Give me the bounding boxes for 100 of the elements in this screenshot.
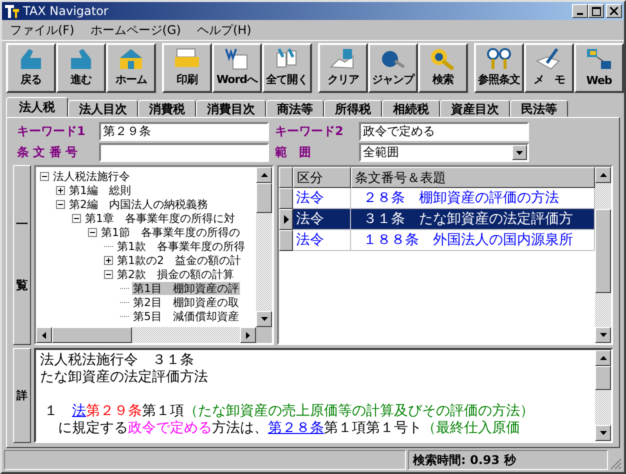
- field-label: キーワード2: [275, 123, 344, 140]
- magnifier-pair-icon: [485, 47, 513, 71]
- tab[interactable]: 法人目次: [68, 100, 138, 117]
- input-field[interactable]: [99, 143, 269, 162]
- scroll-up-icon: [600, 173, 606, 177]
- window-title: TAX Navigator: [23, 4, 110, 18]
- tree-item[interactable]: 第1編 総則: [68, 184, 132, 196]
- tree-item[interactable]: 第2編 内国法人の納税義務: [68, 198, 209, 210]
- close-icon: [610, 7, 618, 15]
- toolbar-button[interactable]: クリア: [318, 43, 368, 93]
- toolbar-button[interactable]: ホーム: [106, 43, 156, 93]
- scroll-thumb[interactable]: [595, 366, 611, 390]
- minimize-button[interactable]: [572, 4, 588, 18]
- toolbar-button[interactable]: メ モ: [524, 43, 574, 93]
- scroll-thumb[interactable]: [256, 183, 272, 213]
- tab[interactable]: 相続税: [382, 100, 440, 117]
- pen-icon: [535, 47, 563, 71]
- scroll-arrow-button[interactable]: [36, 327, 52, 343]
- tree-item[interactable]: 第1款 各事業年度の所得: [116, 240, 246, 252]
- toolbar-button[interactable]: 検索: [418, 43, 468, 93]
- scroll-arrow-button[interactable]: [595, 350, 611, 366]
- scope-dropdown[interactable]: 全範囲: [359, 143, 529, 162]
- collapse-toggle[interactable]: [104, 270, 113, 278]
- result-row[interactable]: 法令 １８８条 外国法人の国内源泉所: [279, 230, 595, 251]
- tab[interactable]: 所得税: [324, 100, 382, 117]
- scroll-thumb[interactable]: [52, 327, 132, 343]
- menu-item[interactable]: ファイル(F): [10, 22, 74, 38]
- scrollbar[interactable]: [595, 350, 611, 441]
- tree-item[interactable]: 第1目 棚卸資産の評: [132, 282, 240, 294]
- expand-toggle[interactable]: [104, 256, 113, 264]
- maximize-button[interactable]: [588, 4, 604, 18]
- scroll-arrow-button[interactable]: [595, 425, 611, 441]
- tab[interactable]: 消費目次: [196, 100, 266, 117]
- scrollbar[interactable]: [36, 327, 272, 343]
- menu-item[interactable]: ヘルプ(H): [196, 22, 252, 38]
- tree-item[interactable]: 第2款 損金の額の計算: [116, 268, 235, 280]
- scroll-arrow-button[interactable]: [256, 167, 272, 183]
- toolbar-button[interactable]: ジャンプ: [368, 43, 418, 93]
- tree-item[interactable]: 第1款の2 益金の額の計: [116, 254, 242, 266]
- detail-text: 第１項: [142, 403, 184, 419]
- minus-icon: [58, 202, 63, 206]
- field-label: 条 文 番 号: [17, 144, 79, 161]
- tree-item[interactable]: 第2目 棚卸資産の取: [132, 296, 240, 308]
- field-label: 範 囲: [275, 144, 312, 161]
- tab[interactable]: 資産目次: [440, 100, 510, 117]
- toolbar-button[interactable]: 戻る: [6, 43, 56, 93]
- collapse-toggle[interactable]: [72, 214, 81, 222]
- scroll-down-icon: [600, 333, 606, 337]
- scroll-arrow-button[interactable]: [595, 167, 611, 183]
- scrollbar[interactable]: [256, 167, 272, 327]
- detail-text: （最終仕入原価: [422, 420, 520, 436]
- dropdown-button[interactable]: [512, 145, 527, 160]
- close-button[interactable]: [606, 4, 622, 18]
- toolbar-button[interactable]: Wordへ: [212, 43, 262, 93]
- tab[interactable]: 消費税: [138, 100, 196, 117]
- toolbar-button[interactable]: 全て開く: [262, 43, 312, 93]
- result-row[interactable]: 法令 ３１条 たな卸資産の法定評価方: [279, 209, 595, 230]
- table-cell: １８８条 外国法人の国内源泉所: [351, 230, 595, 251]
- scroll-right-icon: [246, 332, 250, 338]
- column-header: 区分: [293, 167, 351, 188]
- detail-heading: たな卸資産の法定評価方法: [40, 369, 209, 386]
- article-link[interactable]: 法: [72, 403, 86, 419]
- minus-icon: [74, 216, 79, 220]
- scrollbar[interactable]: [595, 167, 611, 343]
- plus-icon: [106, 258, 111, 262]
- scroll-arrow-button[interactable]: [595, 327, 611, 343]
- expand-toggle[interactable]: [56, 186, 65, 194]
- scroll-up-icon: [260, 173, 268, 177]
- detail-text: に規定する: [58, 420, 128, 436]
- scrollbar-corner: [256, 327, 272, 343]
- article-link[interactable]: 第２８条: [268, 420, 324, 436]
- scroll-down-icon: [260, 317, 268, 321]
- scroll-thumb[interactable]: [595, 209, 611, 293]
- minus-icon: [42, 174, 47, 178]
- detail-text: 方法は、: [212, 420, 268, 436]
- toolbar-button[interactable]: 参照条文: [474, 43, 524, 93]
- detail-text: 第１項第１号ト: [324, 420, 422, 436]
- toolbar-button[interactable]: 進む: [56, 43, 106, 93]
- table-cell: 法令: [293, 209, 351, 230]
- tab[interactable]: 民法等: [510, 100, 568, 117]
- magnifier-icon: [429, 47, 457, 71]
- resize-grip-icon: [610, 458, 622, 470]
- input-field[interactable]: 第２９条: [99, 122, 269, 141]
- maximize-icon: [592, 6, 600, 16]
- toolbar-button[interactable]: 印刷: [162, 43, 212, 93]
- collapse-toggle[interactable]: [56, 200, 65, 208]
- collapse-toggle[interactable]: [40, 172, 49, 180]
- tree-item[interactable]: 第5目 減価償却資産: [132, 310, 240, 322]
- scroll-arrow-button[interactable]: [256, 311, 272, 327]
- menu-item[interactable]: ホームページ(G): [90, 22, 181, 38]
- current-row-icon: [284, 215, 288, 224]
- toolbar-button[interactable]: Web: [574, 43, 624, 93]
- tree-item[interactable]: 法人税法施行令: [52, 170, 131, 182]
- tab[interactable]: 商法等: [266, 100, 324, 117]
- scroll-arrow-button[interactable]: [240, 327, 256, 343]
- tab[interactable]: 法人税: [6, 97, 68, 117]
- collapse-toggle[interactable]: [88, 228, 97, 236]
- input-field[interactable]: 政令で定める: [359, 122, 529, 141]
- tree-item[interactable]: 第1節 各事業年度の所得の: [100, 226, 241, 238]
- tree-item[interactable]: 第1章 各事業年度の所得に対: [84, 212, 236, 224]
